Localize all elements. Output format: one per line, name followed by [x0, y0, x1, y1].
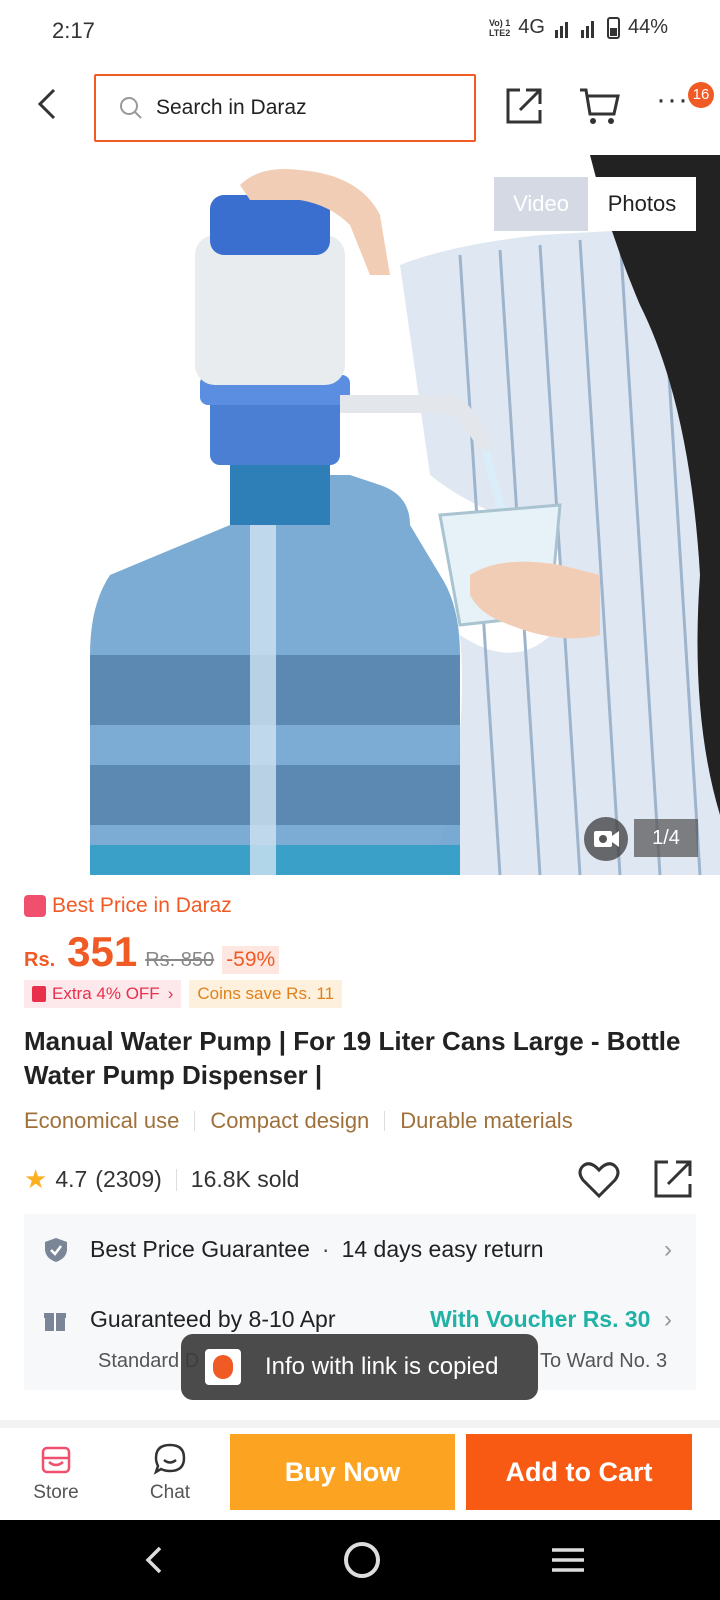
section-divider — [0, 1420, 720, 1428]
notification-badge: 16 — [688, 82, 714, 108]
return-policy: 14 days easy return — [341, 1236, 544, 1262]
product-image-gallery[interactable]: Video Photos 1/4 — [0, 155, 720, 875]
store-button[interactable]: Store — [16, 1442, 96, 1504]
daraz-app-icon — [205, 1349, 241, 1385]
feature-tag: Economical use — [24, 1108, 180, 1133]
discount-badge: -59% — [222, 946, 280, 974]
bottom-action-bar: Store Chat Buy Now Add to Cart — [0, 1428, 720, 1520]
rating-value: 4.7 — [55, 1166, 88, 1192]
chevron-right-icon: › — [664, 1235, 672, 1263]
status-time: 2:17 — [52, 18, 95, 43]
dot-separator: · — [321, 1236, 330, 1262]
system-nav-bar — [0, 1520, 720, 1600]
chat-label: Chat — [149, 1482, 191, 1503]
rating-row[interactable]: ★ 4.7 (2309) 16.8K sold — [24, 1164, 299, 1195]
price-currency: Rs. — [24, 949, 56, 971]
network-type: 4G — [518, 16, 545, 38]
volte-indicator: Vo) 1 LTE2 — [489, 18, 510, 38]
image-page-indicator: 1/4 — [634, 819, 698, 857]
share-icon[interactable] — [504, 86, 544, 126]
toast-message: Info with link is copied — [265, 1353, 499, 1380]
promo-row: Extra 4% OFF › Coins save Rs. 11 — [24, 980, 343, 1008]
sold-count: 16.8K sold — [190, 1166, 300, 1192]
nav-home-icon[interactable] — [344, 1542, 380, 1578]
best-price-badge: Best Price in Daraz — [24, 894, 232, 918]
feature-divider — [194, 1111, 196, 1131]
best-price-label: Best Price in Daraz — [52, 894, 232, 917]
delivery-row[interactable]: Guaranteed by 8-10 Apr With Voucher Rs. … — [44, 1306, 684, 1333]
battery-icon — [606, 16, 620, 39]
add-to-cart-button[interactable]: Add to Cart — [466, 1434, 692, 1510]
search-icon — [120, 97, 142, 119]
buy-now-button[interactable]: Buy Now — [230, 1434, 455, 1510]
volte-bottom-label: LTE2 — [488, 27, 511, 38]
battery-level: 44% — [627, 16, 668, 38]
tab-video[interactable]: Video — [494, 177, 588, 231]
extra-off-promo[interactable]: Extra 4% OFF › — [24, 980, 182, 1008]
coins-label: Coins save Rs. 11 — [197, 984, 335, 1003]
chevron-right-icon: › — [167, 984, 174, 1003]
toast-notification: Info with link is copied — [181, 1334, 538, 1400]
cart-icon[interactable] — [578, 86, 620, 126]
chat-icon — [153, 1443, 186, 1475]
voucher-label[interactable]: With Voucher Rs. 30 — [430, 1306, 650, 1333]
delivery-address: To Ward No. 3 — [540, 1350, 668, 1372]
coins-promo: Coins save Rs. 11 — [189, 980, 343, 1008]
guarantee-row[interactable]: Best Price Guarantee · 14 days easy retu… — [44, 1236, 684, 1263]
heart-icon[interactable] — [578, 1160, 620, 1200]
rating-count: (2309) — [95, 1166, 162, 1192]
top-header: Search in Daraz ··· 16 — [0, 60, 720, 155]
media-tabs: Video Photos — [494, 177, 696, 231]
signal-icon — [554, 20, 594, 38]
store-label: Store — [33, 1482, 79, 1503]
chevron-right-icon: › — [664, 1305, 672, 1333]
rating-divider — [175, 1168, 177, 1191]
feature-tags: Economical use Compact design Durable ma… — [24, 1108, 573, 1134]
nav-recent-apps-icon[interactable] — [550, 1544, 586, 1576]
extra-off-label: Extra 4% OFF — [52, 984, 160, 1003]
status-bar: 2:17 Vo) 1 LTE2 4G 44% — [0, 0, 720, 60]
tab-photos[interactable]: Photos — [588, 177, 696, 231]
search-input[interactable]: Search in Daraz — [94, 74, 476, 142]
shield-check-icon — [45, 1237, 67, 1262]
chat-button[interactable]: Chat — [130, 1442, 210, 1504]
voucher-icon — [32, 986, 46, 1002]
current-price: 351 — [67, 928, 138, 975]
guarantee-label: Best Price Guarantee — [90, 1236, 310, 1262]
nav-back-icon[interactable] — [138, 1544, 170, 1576]
volte-top-label: Vo) 1 — [488, 17, 511, 28]
feature-tag: Durable materials — [400, 1108, 573, 1133]
video-camera-icon[interactable] — [584, 817, 628, 861]
original-price: Rs. 850 — [145, 949, 215, 971]
search-placeholder: Search in Daraz — [156, 96, 307, 119]
more-options-icon[interactable]: ··· — [656, 85, 692, 120]
product-photo — [90, 155, 720, 875]
status-indicators: Vo) 1 LTE2 4G 44% — [489, 16, 668, 39]
delivery-estimate: Guaranteed by 8-10 Apr — [90, 1306, 336, 1332]
price-row: Rs. 351 Rs. 850 -59% — [24, 928, 280, 976]
product-title: Manual Water Pump | For 19 Liter Cans La… — [24, 1026, 681, 1090]
store-icon — [41, 1446, 71, 1474]
back-arrow-icon[interactable] — [30, 84, 70, 124]
feature-divider — [384, 1111, 386, 1131]
star-icon: ★ — [24, 1164, 48, 1194]
share-product-icon[interactable] — [652, 1158, 694, 1200]
price-tag-icon — [24, 895, 46, 917]
package-icon — [44, 1312, 66, 1331]
feature-tag: Compact design — [210, 1108, 370, 1133]
